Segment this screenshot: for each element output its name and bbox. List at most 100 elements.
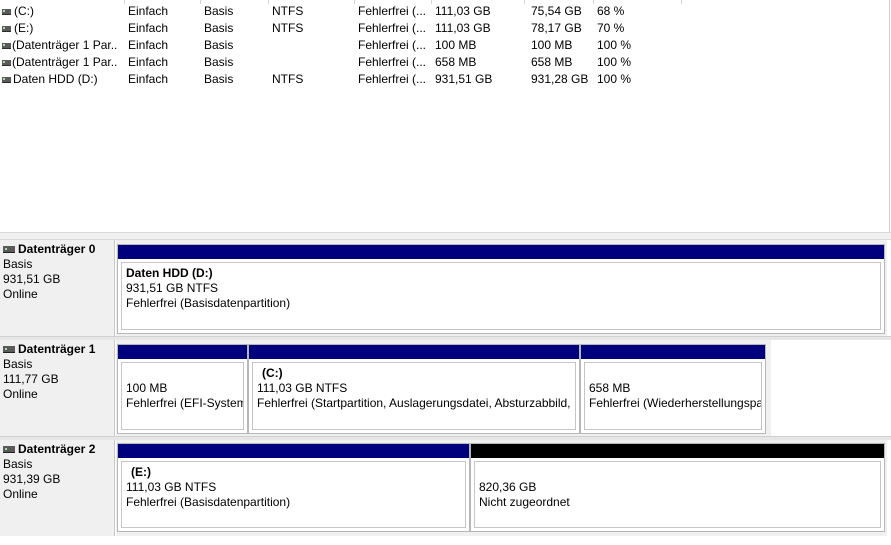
volume-free-space: 931,28 GB xyxy=(531,72,589,86)
volume-row[interactable]: (E:) Einfach Basis NTFS Fehlerfrei (... … xyxy=(0,20,889,37)
disk-partition-area: (E:) 111,03 GB NTFS Fehlerfrei (Basisdat… xyxy=(116,440,887,536)
volume-status: Fehlerfrei (... xyxy=(358,55,427,69)
partition-size: 931,51 GB NTFS xyxy=(126,281,219,295)
volume-free-percent: 100 % xyxy=(597,38,632,52)
volume-row[interactable]: (Datenträger 1 Par... Einfach Basis Fehl… xyxy=(0,54,889,71)
partition-size: 111,03 GB NTFS xyxy=(126,480,217,494)
volume-name: (Datenträger 1 Par... xyxy=(12,38,118,52)
disk-map: Datenträger 0 Basis 931,51 GB Online Dat… xyxy=(0,240,891,545)
volume-drive-icon xyxy=(2,77,11,83)
partition-recovery[interactable]: 658 MB Fehlerfrei (Wiederherstellungspa xyxy=(580,344,766,434)
partition-status: Fehlerfrei (Startpartition, Auslagerungs… xyxy=(257,396,576,410)
volume-drive-icon xyxy=(2,43,11,49)
partition-body: 820,36 GB Nicht zugeordnet xyxy=(474,461,881,528)
volume-status: Fehlerfrei (... xyxy=(358,21,427,35)
partition-title xyxy=(126,366,243,381)
volume-filesystem xyxy=(272,37,352,54)
disk-title: Datenträger 2 xyxy=(3,442,114,457)
partition-unallocated[interactable]: 820,36 GB Nicht zugeordnet xyxy=(470,443,885,532)
partition-c[interactable]: (C:) 111,03 GB NTFS Fehlerfrei (Startpar… xyxy=(248,344,580,434)
partition-status: Fehlerfrei (EFI-System xyxy=(126,396,244,410)
volume-filesystem xyxy=(272,54,352,71)
disk-title: Datenträger 1 xyxy=(3,342,114,357)
partition-body: (C:) 111,03 GB NTFS Fehlerfrei (Startpar… xyxy=(252,362,576,430)
partition-d[interactable]: Daten HDD (D:) 931,51 GB NTFS Fehlerfrei… xyxy=(117,244,885,334)
disk-name: Datenträger 1 xyxy=(18,342,96,356)
volume-filesystem: NTFS xyxy=(272,72,304,86)
volume-capacity: 100 MB xyxy=(435,38,477,52)
volume-free-space: 75,54 GB xyxy=(531,4,582,18)
partition-efi[interactable]: 100 MB Fehlerfrei (EFI-System xyxy=(117,344,248,434)
volume-type: Basis xyxy=(204,55,234,69)
volume-status: Fehlerfrei (... xyxy=(358,38,427,52)
volume-list[interactable]: (C:) Einfach Basis NTFS Fehlerfrei (... … xyxy=(0,0,890,232)
disk-partition-area: Daten HDD (D:) 931,51 GB NTFS Fehlerfrei… xyxy=(116,240,887,336)
disk-row: Datenträger 2 Basis 931,39 GB Online (E:… xyxy=(0,440,891,536)
volume-filesystem: NTFS xyxy=(272,21,304,35)
volume-free-percent: 68 % xyxy=(597,4,625,18)
disk-size: 931,39 GB xyxy=(3,472,61,486)
volume-row[interactable]: (Datenträger 1 Par... Einfach Basis Fehl… xyxy=(0,37,889,54)
partition-bar xyxy=(471,444,884,458)
partition-body: (E:) 111,03 GB NTFS Fehlerfrei (Basisdat… xyxy=(121,461,466,528)
volume-capacity: 658 MB xyxy=(435,55,477,69)
volume-type: Basis xyxy=(204,72,234,86)
volume-status: Fehlerfrei (... xyxy=(358,72,427,86)
volume-name: Daten HDD (D:) xyxy=(13,72,98,86)
disk-state: Online xyxy=(3,487,38,501)
volume-row[interactable]: (C:) Einfach Basis NTFS Fehlerfrei (... … xyxy=(0,3,889,20)
volume-type: Basis xyxy=(204,21,234,35)
disk-drive-icon xyxy=(3,346,15,353)
disk-title: Datenträger 0 xyxy=(3,242,114,257)
volume-row[interactable]: Daten HDD (D:) Einfach Basis NTFS Fehler… xyxy=(0,71,889,88)
volume-name: (E:) xyxy=(14,21,34,35)
volume-layout: Einfach xyxy=(128,4,169,18)
volume-layout: Einfach xyxy=(128,38,169,52)
volume-free-space: 658 MB xyxy=(531,55,573,69)
partition-size: 820,36 GB xyxy=(479,480,537,494)
volume-free-percent: 100 % xyxy=(597,72,632,86)
partition-body: Daten HDD (D:) 931,51 GB NTFS Fehlerfrei… xyxy=(121,262,881,330)
partition-status: Fehlerfrei (Wiederherstellungspa xyxy=(589,396,762,410)
volume-filesystem: NTFS xyxy=(272,4,304,18)
partition-title xyxy=(479,465,880,480)
disk-name: Datenträger 2 xyxy=(18,442,96,456)
partition-body: 658 MB Fehlerfrei (Wiederherstellungspa xyxy=(584,362,762,430)
volume-free-percent: 100 % xyxy=(597,55,632,69)
partition-bar xyxy=(118,444,469,458)
volume-drive-icon xyxy=(2,26,11,32)
volume-layout: Einfach xyxy=(128,21,169,35)
volume-status: Fehlerfrei (... xyxy=(358,4,427,18)
pane-splitter[interactable] xyxy=(0,232,891,240)
disk-drive-icon xyxy=(3,246,15,253)
partition-bar xyxy=(249,345,579,359)
disk-label-0[interactable]: Datenträger 0 Basis 931,51 GB Online xyxy=(0,240,115,336)
partition-bar xyxy=(118,345,247,359)
disk-name: Datenträger 0 xyxy=(18,242,96,256)
disk-label-2[interactable]: Datenträger 2 Basis 931,39 GB Online xyxy=(0,440,115,536)
volume-layout: Einfach xyxy=(128,55,169,69)
volume-name: (Datenträger 1 Par... xyxy=(12,55,118,69)
volume-capacity: 111,03 GB xyxy=(435,4,491,18)
disk-state: Online xyxy=(3,387,38,401)
volume-free-percent: 70 % xyxy=(597,21,625,35)
partition-title: (E:) xyxy=(131,465,151,479)
partition-size: 111,03 GB NTFS xyxy=(257,381,348,395)
partition-bar xyxy=(581,345,765,359)
disk-size: 111,77 GB xyxy=(3,372,59,386)
disk-size: 931,51 GB xyxy=(3,272,61,286)
disk-type: Basis xyxy=(3,457,33,471)
partition-bar xyxy=(118,245,884,259)
volume-capacity: 931,51 GB xyxy=(435,72,493,86)
volume-layout: Einfach xyxy=(128,72,169,86)
volume-free-space: 78,17 GB xyxy=(531,21,582,35)
partition-size: 658 MB xyxy=(589,381,631,395)
disk-partition-area: 100 MB Fehlerfrei (EFI-System (C:) 111,0… xyxy=(116,340,771,436)
disk-row: Datenträger 0 Basis 931,51 GB Online Dat… xyxy=(0,240,891,336)
disk-drive-icon xyxy=(3,446,15,453)
disk-label-1[interactable]: Datenträger 1 Basis 111,77 GB Online xyxy=(0,340,115,436)
partition-e[interactable]: (E:) 111,03 GB NTFS Fehlerfrei (Basisdat… xyxy=(117,443,470,532)
partition-size: 100 MB xyxy=(126,381,168,395)
partition-body: 100 MB Fehlerfrei (EFI-System xyxy=(121,362,244,430)
volume-name: (C:) xyxy=(14,4,34,18)
